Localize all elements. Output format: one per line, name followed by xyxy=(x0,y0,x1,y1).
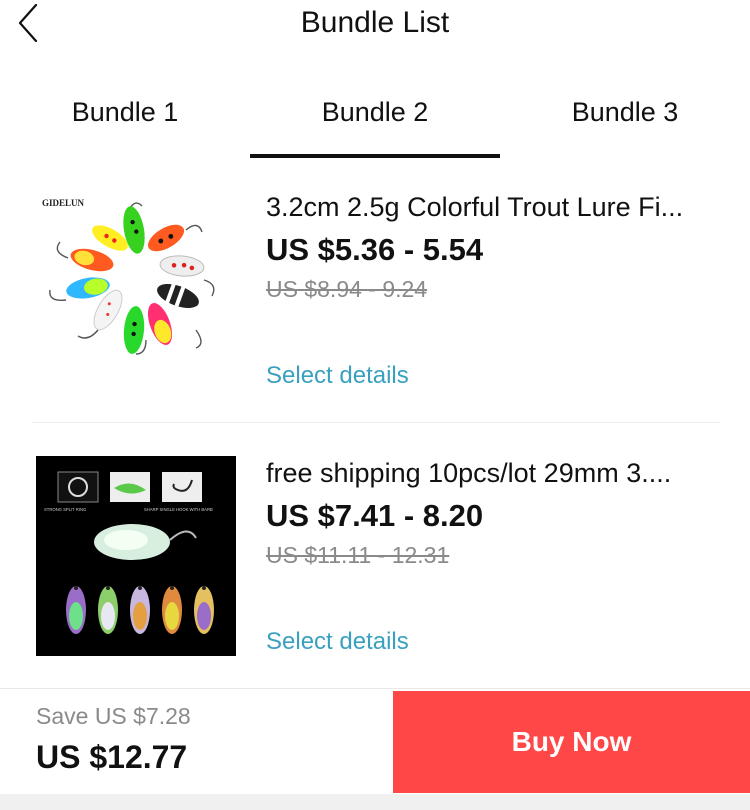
product-price: US $7.41 - 8.20 xyxy=(266,498,484,533)
select-details-link[interactable]: Select details xyxy=(266,628,409,656)
header: Bundle List xyxy=(0,0,750,56)
tab-bundle-3[interactable]: Bundle 3 xyxy=(500,76,750,158)
image-caption-right: SHARP SINGLE HOOK WITH BARB xyxy=(144,507,213,512)
savings-text: Save US $7.28 xyxy=(36,703,191,729)
product-image[interactable]: GIDELUN xyxy=(36,190,236,390)
image-caption-left: STRONG SPLIT RING xyxy=(44,507,86,512)
bundle-item[interactable]: STRONG SPLIT RING SHARP SINGLE HOOK WITH… xyxy=(0,424,750,688)
bottom-strip xyxy=(0,794,750,810)
product-price: US $5.36 - 5.54 xyxy=(266,232,484,267)
total-price: US $12.77 xyxy=(36,739,188,775)
image-brand-text: GIDELUN xyxy=(42,198,85,208)
page-title: Bundle List xyxy=(300,6,450,39)
buy-now-button[interactable]: Buy Now xyxy=(393,691,750,793)
checkout-bar: Save US $7.28 US $12.77 Buy Now xyxy=(0,688,750,794)
product-title[interactable]: free shipping 10pcs/lot 29mm 3.... xyxy=(266,458,716,489)
select-details-link[interactable]: Select details xyxy=(266,362,409,390)
spoon-lures-image: STRONG SPLIT RING SHARP SINGLE HOOK WITH… xyxy=(36,456,236,656)
product-image[interactable]: STRONG SPLIT RING SHARP SINGLE HOOK WITH… xyxy=(36,456,236,656)
tab-bundle-2[interactable]: Bundle 2 xyxy=(250,76,500,158)
original-price: US $8.94 - 9.24 xyxy=(266,276,428,302)
bundle-item[interactable]: GIDELUN 3.2cm 2.5g Colorful Trout Lure F… xyxy=(0,158,750,423)
bundle-tabs: Bundle 1 Bundle 2 Bundle 3 xyxy=(0,76,750,158)
tab-bundle-1[interactable]: Bundle 1 xyxy=(0,76,250,158)
divider xyxy=(32,422,720,423)
trout-lures-image: GIDELUN xyxy=(36,190,236,390)
product-title[interactable]: 3.2cm 2.5g Colorful Trout Lure Fi... xyxy=(266,192,716,223)
original-price: US $11.11 - 12.31 xyxy=(266,542,450,568)
